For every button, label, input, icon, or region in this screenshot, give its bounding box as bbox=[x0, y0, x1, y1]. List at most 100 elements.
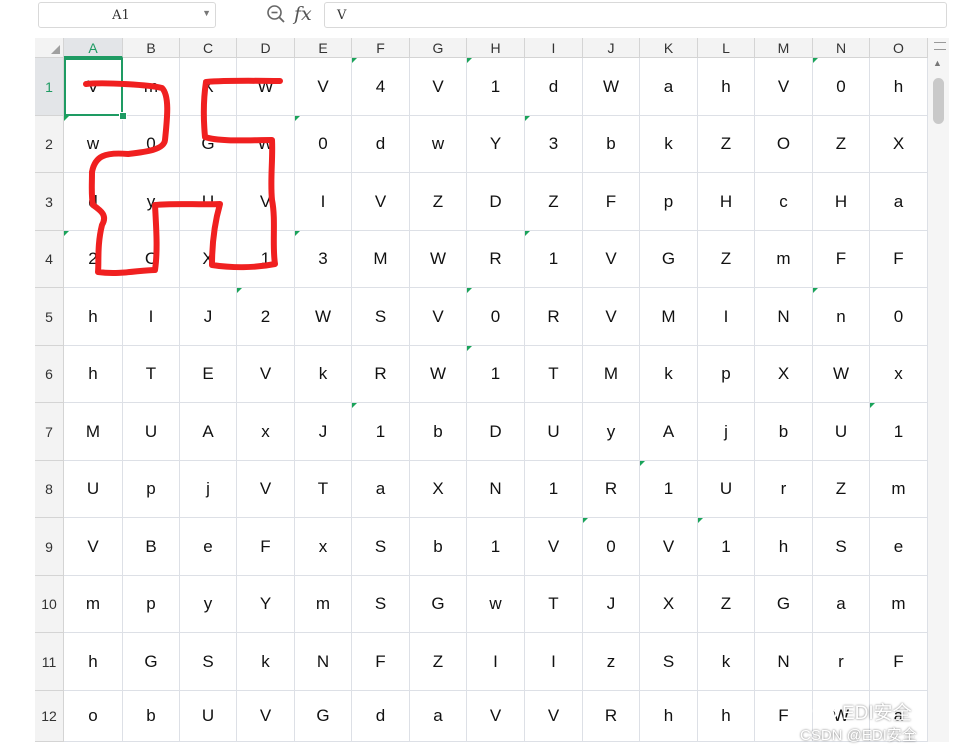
cell-e9[interactable]: x bbox=[295, 518, 352, 576]
cell-m8[interactable]: r bbox=[755, 461, 813, 518]
cell-h1[interactable]: 1 bbox=[467, 58, 525, 116]
cell-e3[interactable]: I bbox=[295, 173, 352, 231]
cell-l7[interactable]: j bbox=[698, 403, 755, 461]
cell-i1[interactable]: d bbox=[525, 58, 583, 116]
cell-a1[interactable]: V bbox=[64, 58, 123, 116]
cell-j4[interactable]: V bbox=[583, 231, 640, 288]
cell-b8[interactable]: p bbox=[123, 461, 180, 518]
cell-k12[interactable]: h bbox=[640, 691, 698, 742]
column-header-b[interactable]: B bbox=[123, 38, 180, 58]
cell-b5[interactable]: I bbox=[123, 288, 180, 346]
row-header-1[interactable]: 1 bbox=[35, 58, 64, 116]
cell-c10[interactable]: y bbox=[180, 576, 237, 633]
cell-h5[interactable]: 0 bbox=[467, 288, 525, 346]
cell-g9[interactable]: b bbox=[410, 518, 467, 576]
cell-a3[interactable]: d bbox=[64, 173, 123, 231]
cell-c2[interactable]: G bbox=[180, 116, 237, 173]
cell-n2[interactable]: Z bbox=[813, 116, 870, 173]
cell-g2[interactable]: w bbox=[410, 116, 467, 173]
row-header-6[interactable]: 6 bbox=[35, 346, 64, 403]
cell-j10[interactable]: J bbox=[583, 576, 640, 633]
cell-e7[interactable]: J bbox=[295, 403, 352, 461]
cell-e10[interactable]: m bbox=[295, 576, 352, 633]
cell-f8[interactable]: a bbox=[352, 461, 410, 518]
cell-j11[interactable]: z bbox=[583, 633, 640, 691]
cell-j8[interactable]: R bbox=[583, 461, 640, 518]
cell-f11[interactable]: F bbox=[352, 633, 410, 691]
cell-e2[interactable]: 0 bbox=[295, 116, 352, 173]
cell-f7[interactable]: 1 bbox=[352, 403, 410, 461]
cell-a2[interactable]: w bbox=[64, 116, 123, 173]
vertical-scrollbar[interactable] bbox=[928, 38, 949, 742]
cell-k10[interactable]: X bbox=[640, 576, 698, 633]
cell-c11[interactable]: S bbox=[180, 633, 237, 691]
cell-n6[interactable]: W bbox=[813, 346, 870, 403]
cell-o2[interactable]: X bbox=[870, 116, 928, 173]
cell-n9[interactable]: S bbox=[813, 518, 870, 576]
column-header-k[interactable]: K bbox=[640, 38, 698, 58]
column-header-g[interactable]: G bbox=[410, 38, 467, 58]
cell-d9[interactable]: F bbox=[237, 518, 295, 576]
cell-j2[interactable]: b bbox=[583, 116, 640, 173]
cell-e11[interactable]: N bbox=[295, 633, 352, 691]
cell-f6[interactable]: R bbox=[352, 346, 410, 403]
cell-j7[interactable]: y bbox=[583, 403, 640, 461]
cell-k1[interactable]: a bbox=[640, 58, 698, 116]
cell-l3[interactable]: H bbox=[698, 173, 755, 231]
cell-a4[interactable]: 2 bbox=[64, 231, 123, 288]
column-header-n[interactable]: N bbox=[813, 38, 870, 58]
cell-d5[interactable]: 2 bbox=[237, 288, 295, 346]
cell-o4[interactable]: F bbox=[870, 231, 928, 288]
cell-l8[interactable]: U bbox=[698, 461, 755, 518]
cell-m3[interactable]: c bbox=[755, 173, 813, 231]
cell-l5[interactable]: I bbox=[698, 288, 755, 346]
cell-j5[interactable]: V bbox=[583, 288, 640, 346]
formula-input[interactable]: V bbox=[324, 2, 947, 28]
cell-i6[interactable]: T bbox=[525, 346, 583, 403]
cell-d10[interactable]: Y bbox=[237, 576, 295, 633]
cell-k5[interactable]: M bbox=[640, 288, 698, 346]
cell-o9[interactable]: e bbox=[870, 518, 928, 576]
cell-g12[interactable]: a bbox=[410, 691, 467, 742]
cell-g4[interactable]: W bbox=[410, 231, 467, 288]
column-header-j[interactable]: J bbox=[583, 38, 640, 58]
cell-e5[interactable]: W bbox=[295, 288, 352, 346]
cell-e8[interactable]: T bbox=[295, 461, 352, 518]
cell-l11[interactable]: k bbox=[698, 633, 755, 691]
cell-o3[interactable]: a bbox=[870, 173, 928, 231]
cell-l10[interactable]: Z bbox=[698, 576, 755, 633]
cell-a7[interactable]: M bbox=[64, 403, 123, 461]
row-header-4[interactable]: 4 bbox=[35, 231, 64, 288]
cell-i12[interactable]: V bbox=[525, 691, 583, 742]
row-header-8[interactable]: 8 bbox=[35, 461, 64, 518]
cell-h9[interactable]: 1 bbox=[467, 518, 525, 576]
cell-i4[interactable]: 1 bbox=[525, 231, 583, 288]
cell-g5[interactable]: V bbox=[410, 288, 467, 346]
select-all-corner[interactable] bbox=[35, 38, 64, 58]
scroll-thumb[interactable] bbox=[933, 78, 944, 124]
cell-h12[interactable]: V bbox=[467, 691, 525, 742]
cell-h7[interactable]: D bbox=[467, 403, 525, 461]
cell-n11[interactable]: r bbox=[813, 633, 870, 691]
cell-b1[interactable]: m bbox=[123, 58, 180, 116]
cell-h4[interactable]: R bbox=[467, 231, 525, 288]
cell-n7[interactable]: U bbox=[813, 403, 870, 461]
cell-d12[interactable]: V bbox=[237, 691, 295, 742]
column-header-f[interactable]: F bbox=[352, 38, 410, 58]
cell-f10[interactable]: S bbox=[352, 576, 410, 633]
cell-n3[interactable]: H bbox=[813, 173, 870, 231]
cell-o7[interactable]: 1 bbox=[870, 403, 928, 461]
column-header-i[interactable]: I bbox=[525, 38, 583, 58]
cell-c12[interactable]: U bbox=[180, 691, 237, 742]
cell-e1[interactable]: V bbox=[295, 58, 352, 116]
cell-n10[interactable]: a bbox=[813, 576, 870, 633]
cell-m5[interactable]: N bbox=[755, 288, 813, 346]
chevron-down-icon[interactable]: ▼ bbox=[202, 8, 211, 18]
cell-b11[interactable]: G bbox=[123, 633, 180, 691]
cell-a5[interactable]: h bbox=[64, 288, 123, 346]
row-header-11[interactable]: 11 bbox=[35, 633, 64, 691]
cell-h6[interactable]: 1 bbox=[467, 346, 525, 403]
cell-c9[interactable]: e bbox=[180, 518, 237, 576]
column-header-e[interactable]: E bbox=[295, 38, 352, 58]
cell-o10[interactable]: m bbox=[870, 576, 928, 633]
